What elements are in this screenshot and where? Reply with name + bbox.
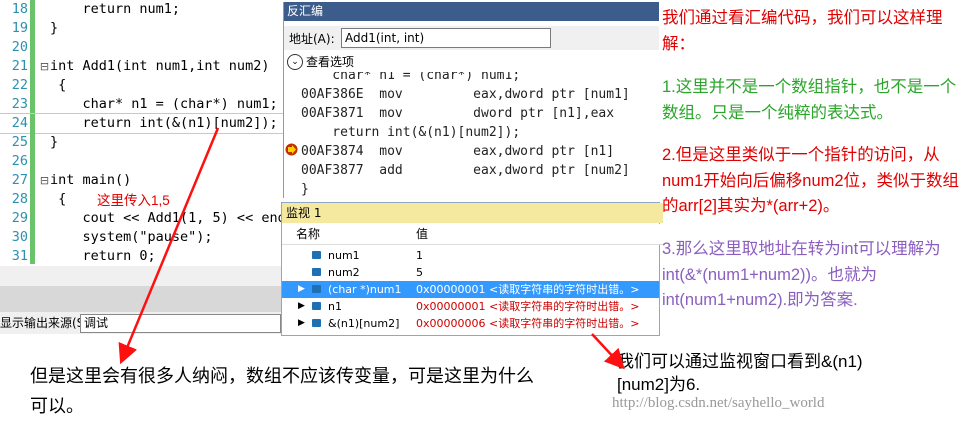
arrow-to-watch-note bbox=[591, 333, 625, 370]
annotation-arrows bbox=[118, 127, 625, 370]
arrow-to-bottom-question bbox=[118, 127, 220, 365]
